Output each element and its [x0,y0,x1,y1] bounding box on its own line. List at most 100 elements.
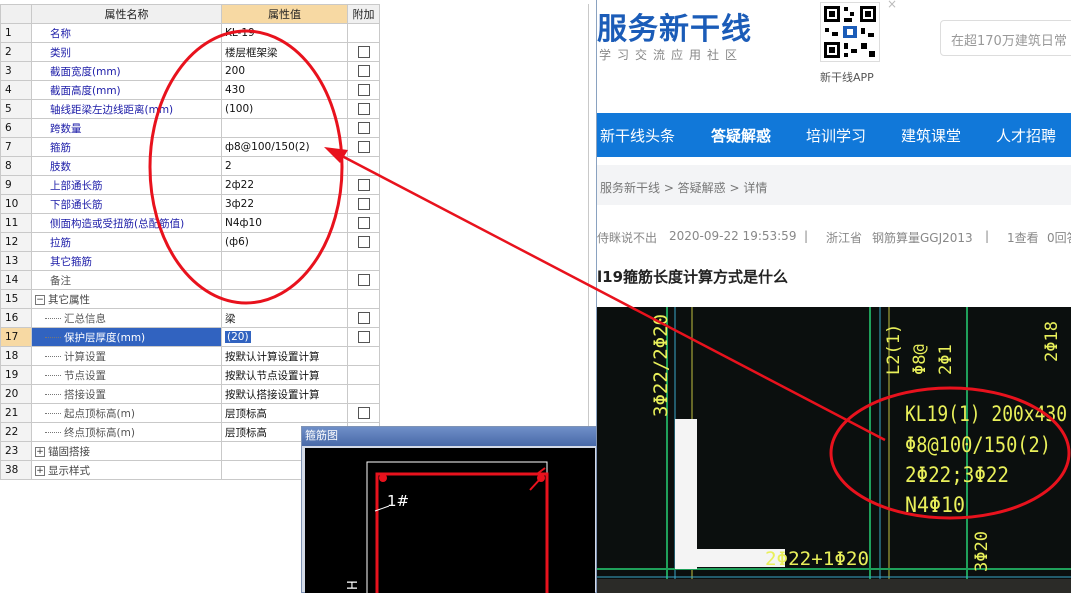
property-value[interactable]: 层顶标高 [221,403,348,423]
extra-checkbox[interactable] [357,217,370,229]
extra-checkbox[interactable] [357,407,370,419]
expand-icon[interactable]: + [35,465,45,476]
property-name[interactable]: 肢数 [31,156,222,176]
breadcrumb[interactable]: 服务新干线 > 答疑解惑 > 详情 [597,165,1071,205]
table-row[interactable]: 9 上部通长筋 2ф22 [0,175,380,195]
extra-checkbox[interactable] [357,46,370,58]
property-value[interactable]: 2 [221,156,348,176]
table-row[interactable]: 5 轴线距梁左边线距离(mm) (100) [0,99,380,119]
extra-checkbox[interactable] [357,274,370,286]
property-value[interactable]: (ф6) [221,232,348,252]
property-value[interactable]: ф8@100/150(2) [221,137,348,157]
property-value[interactable]: (20) [221,327,348,347]
collapse-icon[interactable]: − [35,294,45,305]
table-row[interactable]: 11 侧面构造或受扭筋(总配筋值) N4ф10 [0,213,380,233]
table-row[interactable]: 6 跨数量 [0,118,380,138]
table-row[interactable]: 15− 其它属性 [0,289,380,309]
property-name[interactable]: 类别 [31,42,222,62]
property-name[interactable]: 截面高度(mm) [31,80,222,100]
table-row[interactable]: 13 其它箍筋 [0,251,380,271]
table-row[interactable]: 8 肢数 2 [0,156,380,176]
table-row[interactable]: 19 节点设置 按默认节点设置计算 [0,365,380,385]
extra-checkbox[interactable] [357,179,370,191]
property-value[interactable] [221,289,348,309]
extra-checkbox[interactable] [357,122,370,134]
nav-item-qa[interactable]: 答疑解惑 [711,125,771,146]
nav-item-training[interactable]: 培训学习 [806,125,866,146]
property-name[interactable]: 侧面构造或受扭筋(总配筋值) [31,213,222,233]
column-header-name[interactable]: 属性名称 [31,4,222,24]
table-row[interactable]: 18 计算设置 按默认计算设置计算 [0,346,380,366]
table-row[interactable]: 21 起点顶标高(m) 层顶标高 [0,403,380,423]
property-name[interactable]: 其它箍筋 [31,251,222,271]
table-row[interactable]: 1 名称 KL-19 [0,23,380,43]
property-name[interactable]: 保护层厚度(mm) [31,327,222,347]
property-value[interactable]: 按默认节点设置计算 [221,365,348,385]
search-input[interactable]: 在超170万建筑日常 [940,20,1071,56]
extra-checkbox[interactable] [357,141,370,153]
property-name[interactable]: 轴线距梁左边线距离(mm) [31,99,222,119]
nav-item-jobs[interactable]: 人才招聘 [996,125,1056,146]
extra-checkbox[interactable] [357,198,370,210]
property-value[interactable]: N4ф10 [221,213,348,233]
site-brand[interactable]: 服务新干线 [597,4,752,48]
property-value[interactable]: 200 [221,61,348,81]
column-header-value[interactable]: 属性值 [221,4,348,24]
property-name[interactable]: 搭接设置 [31,384,222,404]
property-value[interactable]: KL-19 [221,23,348,43]
nav-item-classroom[interactable]: 建筑课堂 [901,125,961,146]
table-row[interactable]: 10 下部通长筋 3ф22 [0,194,380,214]
extra-checkbox[interactable] [357,84,370,96]
rebar-window-title[interactable]: 箍筋图 [302,427,596,446]
property-name[interactable]: 终点顶标高(m) [31,422,222,442]
property-name[interactable]: + 显示样式 [31,460,222,480]
close-icon[interactable]: × [887,0,897,11]
extra-checkbox[interactable] [357,103,370,115]
property-name[interactable]: 上部通长筋 [31,175,222,195]
property-value[interactable]: 楼层框架梁 [221,42,348,62]
table-row[interactable]: 4 截面高度(mm) 430 [0,80,380,100]
property-name[interactable]: − 其它属性 [31,289,222,309]
property-value[interactable] [221,270,348,290]
expand-icon[interactable]: + [35,446,45,457]
extra-checkbox[interactable] [357,65,370,77]
author-name[interactable]: 侍眯说不出 [597,229,657,246]
property-name[interactable]: 名称 [31,23,222,43]
property-value[interactable]: 2ф22 [221,175,348,195]
property-name[interactable]: + 锚固搭接 [31,441,222,461]
table-row[interactable]: 7 箍筋 ф8@100/150(2) [0,137,380,157]
property-value[interactable]: 430 [221,80,348,100]
property-name[interactable]: 下部通长筋 [31,194,222,214]
property-name[interactable]: 节点设置 [31,365,222,385]
software-tag[interactable]: 钢筋算量GGJ2013 [872,229,973,246]
property-name[interactable]: 箍筋 [31,137,222,157]
property-value[interactable]: 按默认搭接设置计算 [221,384,348,404]
property-name[interactable]: 备注 [31,270,222,290]
table-row[interactable]: 17 保护层厚度(mm) (20) [0,327,380,347]
table-row[interactable]: 16 汇总信息 梁 [0,308,380,328]
property-name[interactable]: 汇总信息 [31,308,222,328]
table-row[interactable]: 14 备注 [0,270,380,290]
property-name[interactable]: 计算设置 [31,346,222,366]
property-value[interactable]: (100) [221,99,348,119]
property-name[interactable]: 起点顶标高(m) [31,403,222,423]
property-value[interactable]: 梁 [221,308,348,328]
property-value[interactable] [221,118,348,138]
property-name[interactable]: 跨数量 [31,118,222,138]
property-name[interactable]: 截面宽度(mm) [31,61,222,81]
column-header-extra[interactable]: 附加 [347,4,380,24]
property-value[interactable]: 按默认计算设置计算 [221,346,348,366]
table-row[interactable]: 12 拉筋 (ф6) [0,232,380,252]
property-value[interactable]: 3ф22 [221,194,348,214]
nav-item-headlines[interactable]: 新干线头条 [600,125,675,146]
extra-checkbox[interactable] [357,312,370,324]
property-name[interactable]: 拉筋 [31,232,222,252]
qr-app-label[interactable]: 新干线APP [820,69,874,85]
extra-checkbox[interactable] [357,236,370,248]
table-row[interactable]: 3 截面宽度(mm) 200 [0,61,380,81]
rebar-figure-window[interactable]: 箍筋图 1# H [301,426,597,593]
property-value[interactable] [221,251,348,271]
extra-checkbox[interactable] [357,331,370,343]
table-row[interactable]: 20 搭接设置 按默认搭接设置计算 [0,384,380,404]
table-row[interactable]: 2 类别 楼层框架梁 [0,42,380,62]
